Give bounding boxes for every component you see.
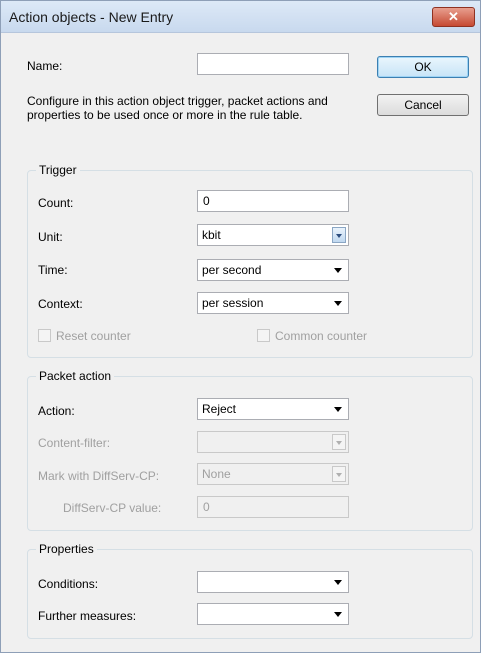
time-label: Time: bbox=[38, 263, 68, 277]
chevron-down-icon bbox=[334, 301, 342, 306]
name-input[interactable] bbox=[197, 53, 349, 75]
time-select[interactable]: per second bbox=[197, 259, 349, 281]
packet-action-group-title: Packet action bbox=[36, 369, 115, 383]
properties-group-title: Properties bbox=[36, 542, 97, 556]
unit-label: Unit: bbox=[38, 230, 63, 244]
ok-button-label: OK bbox=[414, 60, 432, 74]
unit-select[interactable]: kbit bbox=[197, 224, 349, 246]
chevron-down-icon bbox=[334, 407, 342, 412]
common-counter-checkbox[interactable] bbox=[257, 329, 270, 342]
context-select-value: per session bbox=[202, 296, 264, 310]
cancel-button[interactable]: Cancel bbox=[377, 94, 469, 116]
mark-diffserv-select-value: None bbox=[202, 467, 231, 481]
conditions-label: Conditions: bbox=[38, 577, 99, 591]
trigger-group-title: Trigger bbox=[36, 163, 80, 177]
content-filter-label: Content-filter: bbox=[38, 436, 111, 450]
context-select[interactable]: per session bbox=[197, 292, 349, 314]
ok-button[interactable]: OK bbox=[377, 56, 469, 78]
mark-diffserv-select[interactable]: None bbox=[197, 463, 349, 485]
chevron-down-icon bbox=[334, 268, 342, 273]
content-filter-select[interactable] bbox=[197, 431, 349, 453]
dropdown-arrow-icon[interactable] bbox=[332, 466, 346, 482]
count-input[interactable] bbox=[197, 190, 349, 212]
diffserv-value-label: DiffServ-CP value: bbox=[63, 501, 162, 515]
action-label: Action: bbox=[38, 404, 75, 418]
conditions-select[interactable] bbox=[197, 571, 349, 593]
description-text: Configure in this action object trigger,… bbox=[27, 94, 328, 122]
title-bar: Action objects - New Entry ✕ bbox=[1, 1, 480, 33]
reset-counter-label: Reset counter bbox=[56, 329, 131, 343]
count-label: Count: bbox=[38, 196, 74, 210]
action-select[interactable]: Reject bbox=[197, 398, 349, 420]
properties-group: Properties bbox=[27, 542, 473, 639]
name-label: Name: bbox=[27, 59, 63, 73]
context-label: Context: bbox=[38, 297, 83, 311]
chevron-down-icon bbox=[334, 612, 342, 617]
window-title: Action objects - New Entry bbox=[9, 9, 174, 25]
dropdown-arrow-icon[interactable] bbox=[332, 434, 346, 450]
dropdown-arrow-icon[interactable] bbox=[332, 227, 346, 243]
reset-counter-checkbox[interactable] bbox=[38, 329, 51, 342]
chevron-down-icon bbox=[334, 580, 342, 585]
action-objects-dialog: Action objects - New Entry ✕ Name: OK Ca… bbox=[0, 0, 481, 653]
close-icon: ✕ bbox=[448, 9, 459, 24]
common-counter-label: Common counter bbox=[275, 329, 368, 343]
cancel-button-label: Cancel bbox=[404, 98, 442, 112]
further-measures-label: Further measures: bbox=[38, 609, 137, 623]
diffserv-value-input[interactable] bbox=[197, 496, 349, 518]
further-measures-select[interactable] bbox=[197, 603, 349, 625]
unit-select-value: kbit bbox=[202, 228, 221, 242]
action-select-value: Reject bbox=[202, 402, 237, 416]
close-button[interactable]: ✕ bbox=[432, 7, 475, 27]
mark-diffserv-label: Mark with DiffServ-CP: bbox=[38, 469, 160, 483]
time-select-value: per second bbox=[202, 263, 262, 277]
